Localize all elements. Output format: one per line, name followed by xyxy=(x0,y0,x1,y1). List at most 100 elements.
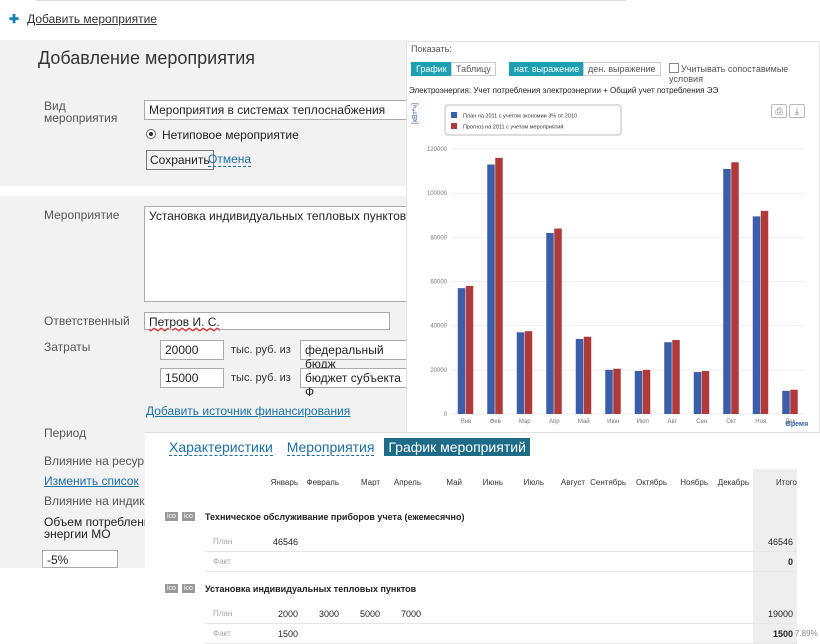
volume-label: Объем потреблени энергии МО xyxy=(44,515,151,541)
bar-plan xyxy=(575,338,584,414)
row-divider xyxy=(205,623,797,624)
money-toggle[interactable]: ден. выражение xyxy=(583,62,661,76)
y-tick-label: 60000 xyxy=(430,280,447,286)
save-button[interactable]: Сохранить xyxy=(146,150,214,170)
bar-plan xyxy=(723,168,731,414)
type-select[interactable]: Мероприятия в системах теплоснабжения xyxy=(144,100,414,120)
add-event-link[interactable]: ✚ Добавить мероприятие xyxy=(9,12,157,26)
bar-forecast xyxy=(642,369,651,414)
checkbox-icon xyxy=(669,63,679,73)
bar-chart: План на 2011 с учетом экономии 3% от 201… xyxy=(412,103,808,428)
natural-toggle[interactable]: нат. выражение xyxy=(509,62,585,76)
month-header: Август xyxy=(560,478,585,487)
add-event-panel: Добавление мероприятия Вид мероприятия М… xyxy=(0,40,414,186)
bar-plan xyxy=(693,372,702,414)
tab-events[interactable]: Мероприятия xyxy=(286,439,375,456)
month-header: Май xyxy=(446,478,462,487)
legend-label-plan: План на 2011 с учетом экономии 3% от 201… xyxy=(463,114,577,120)
tabs-bar: Характеристики Мероприятия График меропр… xyxy=(169,438,530,456)
y-tick-label: 80000 xyxy=(430,235,447,241)
y-tick-label: 100000 xyxy=(427,191,448,197)
x-tick-label: Мар xyxy=(519,419,531,425)
y-tick-label: 20000 xyxy=(430,368,447,374)
show-label: Показать: xyxy=(411,44,452,54)
comparable-checkbox[interactable]: Учитывать сопоставимые условия xyxy=(669,63,819,84)
fact-total: 0 xyxy=(787,557,793,567)
row-divider xyxy=(205,551,797,552)
fact-total: 1500 xyxy=(772,629,793,639)
top-divider xyxy=(36,0,626,1)
tab-schedule[interactable]: График мероприятий xyxy=(384,438,530,456)
tab-characteristics[interactable]: Характеристики xyxy=(169,439,273,456)
bar-forecast xyxy=(495,157,503,414)
bar-plan xyxy=(546,232,554,414)
fact-cell[interactable]: 1500 xyxy=(278,629,298,639)
plan-label: План xyxy=(213,609,233,618)
total-header: Итого xyxy=(776,478,797,487)
plan-total: 46546 xyxy=(767,537,793,547)
legend-swatch-forecast xyxy=(451,123,457,129)
bar-plan xyxy=(752,216,761,414)
month-header: Июнь xyxy=(482,478,503,487)
month-header: Декабрь xyxy=(717,478,749,487)
fact-label: Факт xyxy=(213,557,231,566)
bar-plan xyxy=(487,164,495,414)
month-header: Март xyxy=(360,478,380,487)
month-header: Февраль xyxy=(306,478,339,487)
ico-icon[interactable]: ico xyxy=(165,512,178,521)
month-header: Сентябрь xyxy=(590,478,626,487)
x-tick-label: Дек xyxy=(785,419,795,425)
source-select-1[interactable]: федеральный бюдж xyxy=(300,340,412,371)
x-tick-label: Фев xyxy=(490,419,501,425)
ico-icon[interactable]: ico xyxy=(182,584,195,593)
plan-cell[interactable]: 46546 xyxy=(273,537,298,547)
plan-cell[interactable]: 3000 xyxy=(319,609,339,619)
cost-unit-1: тыс. руб. из xyxy=(231,344,291,356)
chart-legend-box xyxy=(444,104,622,136)
radio-selected-icon xyxy=(146,129,156,139)
plan-label: План xyxy=(213,537,233,546)
add-source-link[interactable]: Добавить источник финансирования xyxy=(146,404,350,418)
plan-cell[interactable]: 5000 xyxy=(360,609,380,619)
bar-forecast xyxy=(583,336,592,414)
cost-input-1[interactable]: 20000 xyxy=(160,340,224,360)
plus-icon: ✚ xyxy=(9,12,20,26)
cost-input-2[interactable]: 15000 xyxy=(160,368,224,388)
plan-cell[interactable]: 7000 xyxy=(401,609,421,619)
event-label: Мероприятие xyxy=(44,208,120,222)
month-header: Январь xyxy=(270,478,298,487)
legend-swatch-plan xyxy=(451,112,457,118)
bar-forecast xyxy=(731,162,739,414)
source-select-2[interactable]: бюджет субъекта Ф xyxy=(300,368,412,399)
plan-cell[interactable]: 2000 xyxy=(278,609,298,619)
x-tick-label: Авг xyxy=(668,419,678,425)
volume-input[interactable]: -5% xyxy=(42,550,118,568)
x-tick-label: Сен xyxy=(696,419,707,425)
change-list-link[interactable]: Изменить список xyxy=(44,474,139,488)
y-tick-label: 120000 xyxy=(427,147,448,153)
x-tick-label: Июл xyxy=(637,419,650,425)
graph-toggle[interactable]: График xyxy=(411,62,452,76)
bar-plan xyxy=(457,288,466,414)
bar-forecast xyxy=(465,285,474,414)
ico-icon[interactable]: ico xyxy=(182,512,195,521)
month-header: Апрель xyxy=(393,478,421,487)
fact-label: Факт xyxy=(213,629,231,638)
bar-plan xyxy=(782,390,790,414)
responsible-label: Ответственный xyxy=(44,314,130,328)
nontypical-radio[interactable]: Нетиповое мероприятие xyxy=(146,128,299,142)
responsible-input[interactable]: Петров И. С. xyxy=(144,312,390,330)
x-tick-label: Апр xyxy=(549,419,560,425)
event-textarea[interactable]: Установка индивидуальных тепловых пункто… xyxy=(144,206,414,302)
period-label: Период xyxy=(44,426,87,440)
cancel-link[interactable]: Отмена xyxy=(208,152,252,167)
schedule-panel: Характеристики Мероприятия График меропр… xyxy=(145,432,820,644)
costs-label: Затраты xyxy=(44,340,91,354)
bar-forecast xyxy=(613,368,621,414)
table-toggle[interactable]: Таблицу xyxy=(451,62,496,76)
bar-plan xyxy=(605,369,613,414)
bar-plan xyxy=(664,342,672,414)
chart-title: Электроэнергия: Учет потребления электро… xyxy=(409,86,719,95)
ico-icon[interactable]: ico xyxy=(165,584,178,593)
y-tick-label: 0 xyxy=(444,412,448,418)
